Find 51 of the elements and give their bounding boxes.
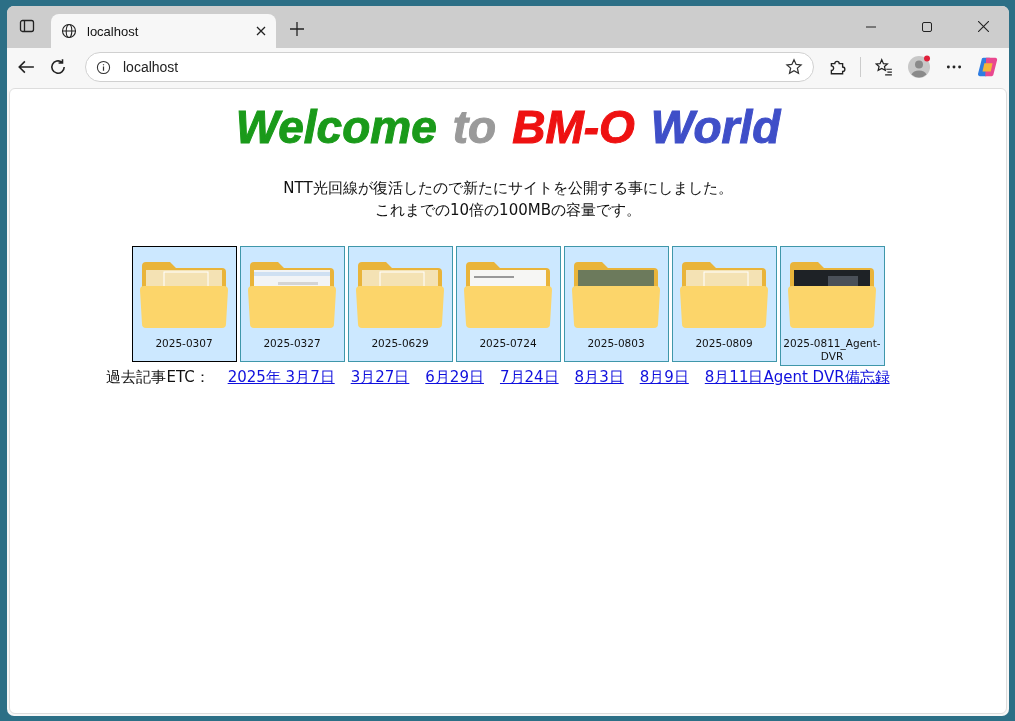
folder-label: 2025-0327 bbox=[262, 337, 322, 351]
globe-icon bbox=[61, 23, 77, 39]
folder-label: 2025-0724 bbox=[478, 337, 538, 351]
archive-label: 過去記事ETC： bbox=[106, 368, 210, 387]
folder-tile[interactable]: 2025-0803 bbox=[563, 246, 669, 362]
browser-tab[interactable]: localhost bbox=[51, 14, 276, 48]
archive-link[interactable]: 8月11日Agent DVR備忘録 bbox=[704, 368, 890, 387]
logo-word: to bbox=[452, 100, 497, 155]
tab-title: localhost bbox=[87, 23, 140, 39]
folder-icon bbox=[356, 260, 444, 328]
address-bar[interactable]: localhost bbox=[85, 52, 814, 82]
folder-label: 2025-0811_Agent-DVR bbox=[782, 337, 882, 364]
folder-label: 2025-0809 bbox=[694, 337, 754, 351]
folder-label: 2025-0307 bbox=[154, 337, 214, 351]
new-tab-icon[interactable] bbox=[290, 22, 304, 36]
logo-word: Welcome bbox=[235, 100, 437, 155]
folder-tile[interactable]: 2025-0811_Agent-DVR bbox=[779, 246, 885, 366]
logo-word: BM-O bbox=[512, 100, 635, 155]
folder-icon bbox=[572, 260, 660, 328]
folder-tile[interactable]: 2025-0724 bbox=[455, 246, 561, 362]
close-icon[interactable] bbox=[256, 26, 266, 36]
folder-tile[interactable]: 2025-0307 bbox=[131, 246, 237, 362]
folder-icon bbox=[680, 260, 768, 328]
folder-tile[interactable]: 2025-0629 bbox=[347, 246, 453, 362]
sidebar-icon[interactable] bbox=[19, 18, 35, 34]
folder-label: 2025-0629 bbox=[370, 337, 430, 351]
maximize-icon[interactable] bbox=[922, 22, 932, 32]
archive-link[interactable]: 7月24日 bbox=[499, 368, 559, 387]
archive-link[interactable]: 3月27日 bbox=[350, 368, 410, 387]
folder-icon bbox=[140, 260, 228, 328]
folder-icon bbox=[248, 260, 336, 328]
favorites-icon[interactable] bbox=[875, 58, 893, 76]
intro-text: これまでの10倍の100MBの容量です。 bbox=[374, 200, 642, 221]
info-icon[interactable] bbox=[96, 59, 111, 75]
archive-link[interactable]: 8月3日 bbox=[574, 368, 624, 387]
puzzle-piece-icon[interactable] bbox=[828, 58, 846, 76]
back-arrow-icon[interactable] bbox=[17, 58, 35, 76]
star-icon[interactable] bbox=[785, 58, 803, 76]
folder-tile[interactable]: 2025-0327 bbox=[239, 246, 345, 362]
logo-word: World bbox=[650, 100, 781, 155]
folder-icon bbox=[788, 260, 876, 328]
close-icon[interactable] bbox=[978, 21, 989, 32]
profile-avatar-icon[interactable] bbox=[907, 55, 931, 79]
folder-tile[interactable]: 2025-0809 bbox=[671, 246, 777, 362]
archive-link[interactable]: 2025年 3月7日 bbox=[227, 368, 335, 387]
archive-link[interactable]: 6月29日 bbox=[425, 368, 484, 387]
folder-icon bbox=[464, 260, 552, 328]
reload-icon[interactable] bbox=[49, 58, 67, 76]
archive-link[interactable]: 8月9日 bbox=[639, 368, 689, 387]
folder-label: 2025-0803 bbox=[586, 337, 646, 351]
intro-text: NTT光回線が復活したので新たにサイトを公開する事にしました。 bbox=[283, 178, 733, 199]
